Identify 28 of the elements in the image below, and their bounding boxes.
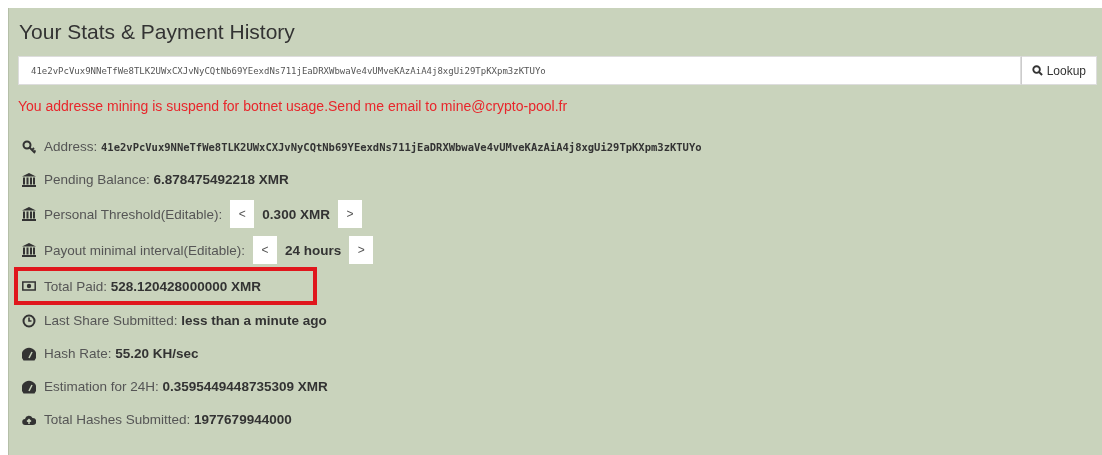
increase-button[interactable]: > <box>337 200 362 228</box>
stat-label: Payout minimal interval(Editable): <box>44 242 246 258</box>
stat-value: 0.300 XMR <box>262 206 330 222</box>
gauge-icon <box>22 346 36 361</box>
stat-label: Personal Threshold(Editable): <box>44 206 223 222</box>
bank-icon <box>22 207 36 221</box>
key-icon <box>22 139 36 154</box>
bank-icon <box>22 243 36 257</box>
banknote-icon <box>22 279 36 293</box>
search-icon <box>1031 65 1043 76</box>
panel-title: Your Stats & Payment History <box>19 20 296 44</box>
suspension-message: You addresse mining is suspend for botnet usage.Send me email to mine@crypto-pool.fr <box>18 98 568 114</box>
address-input-field[interactable]: 41e2vPcVux9NNeTfWe8TLK2UWxCXJvNyCQtNb69YEexdNs711jEaDRXWbwaVe4vUMveKAzAiA4j8xgUi29TpKXpm3zKTUYo <box>18 56 1021 85</box>
stat-line: Pending Balance: 6.878475492218 XMR <box>44 172 289 187</box>
stat-line: Hash Rate: 55.20 KH/sec <box>44 346 199 361</box>
decrease-button[interactable]: < <box>230 200 255 228</box>
address-line: Address: 41e2vPcVux9NNeTfWe8TLK2UWxCXJvNyCQtNb69YEexdNs711jEaDRXWbwaVe4vUMveKAzAiA4j8xgUi29TpKXpm3zKTUYo <box>44 139 702 154</box>
gauge-icon <box>22 379 36 394</box>
lookup-button[interactable]: Lookup <box>1020 56 1097 85</box>
stat-line: Total Hashes Submitted: 1977679944000 <box>44 412 292 427</box>
decrease-button[interactable]: < <box>253 236 278 264</box>
stat-line: Total Paid: 528.120428000000 XMR <box>44 278 261 294</box>
stat-value: 24 hours <box>285 242 342 258</box>
increase-button[interactable]: > <box>349 236 374 264</box>
bank-icon <box>22 172 36 187</box>
stat-line: Last Share Submitted: less than a minute ago <box>44 313 327 328</box>
clock-icon <box>22 313 36 328</box>
stat-line: Estimation for 24H: 0.3595449448735309 XMR <box>44 379 328 394</box>
